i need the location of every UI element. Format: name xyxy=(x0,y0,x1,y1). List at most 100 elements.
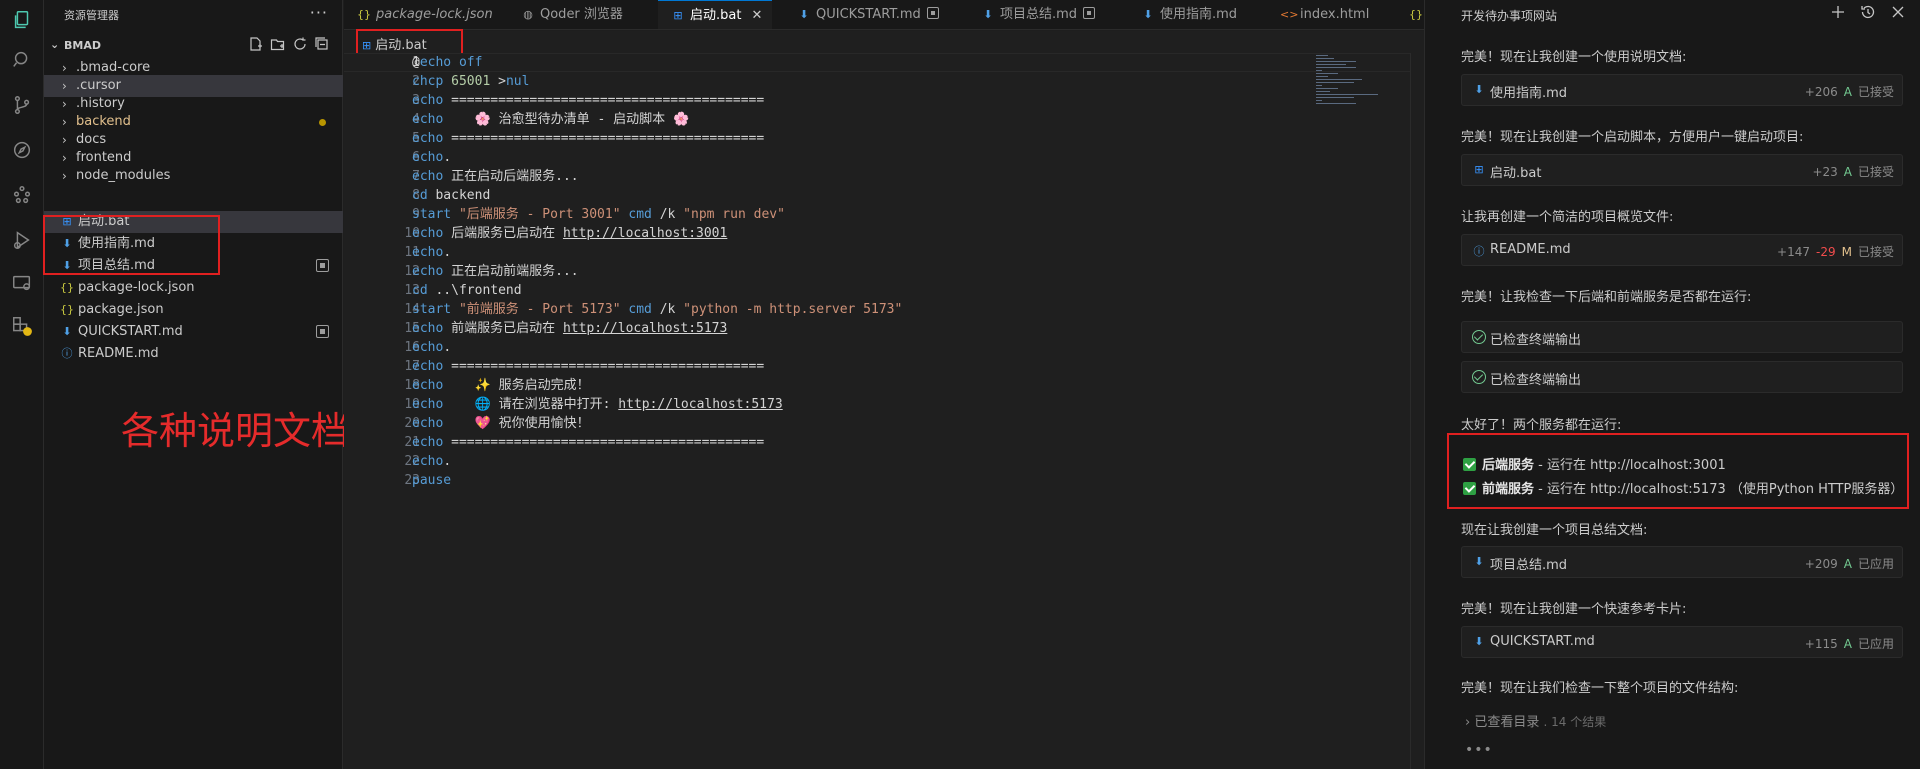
chat-message: 让我再创建一个简洁的项目概览文件: xyxy=(1461,210,1674,225)
remote-explorer-icon[interactable] xyxy=(0,263,44,303)
source-control-icon[interactable] xyxy=(0,85,44,125)
chat-message: 现在让我创建一个项目总结文档: xyxy=(1461,523,1648,538)
explorer-actions xyxy=(248,36,330,52)
search-icon[interactable] xyxy=(0,40,44,80)
tree-file[interactable]: ⓘ README.md xyxy=(44,343,343,365)
chat-message: 完美！现在让我创建一个使用说明文档: xyxy=(1461,50,1687,65)
chat-actions xyxy=(1830,4,1906,20)
tab-index-html[interactable]: <> index.html xyxy=(1280,0,1369,29)
tab-start-bat[interactable]: ⊞ 启动.bat ✕ xyxy=(658,0,773,29)
code-line: 9 start "后端服务 - Port 3001" cmd /k "npm ru… xyxy=(412,207,785,222)
code-line: 3 echo ==================================… xyxy=(412,93,765,108)
markdown-icon: ⬇ xyxy=(62,325,72,338)
code-line: 23 pause xyxy=(404,473,452,488)
info-icon: ⓘ xyxy=(61,347,73,360)
code-editor[interactable]: 1 @echo off 2 chcp 65001 >nul 3 echo ======… xyxy=(344,53,1424,769)
chevron-right-icon: › xyxy=(62,169,67,183)
json-icon: {} xyxy=(60,303,74,316)
ai-chat-panel: 开发待办事项网站 完美！现在让我创建一个使用说明文档: ⬇ 使用指南.md +2… xyxy=(1425,0,1920,769)
tool-result-card[interactable]: 已检查终端输出 xyxy=(1461,321,1903,353)
annotation-highlight xyxy=(43,215,220,275)
markdown-icon: ⬇ xyxy=(1474,635,1484,648)
chevron-down-icon: ⌄ xyxy=(50,38,60,51)
explorer-panel: 资源管理器 ··· ⌄ BMAD › .bmad-core › .cursor ›.… xyxy=(43,0,349,769)
file-change-card[interactable]: ⬇ QUICKSTART.md +115 A 已应用 xyxy=(1461,626,1903,658)
code-line: 4 echo 🌸 治愈型待办清单 - 启动脚本 🌸 xyxy=(412,112,690,127)
code-line: 10 echo 后端服务已启动在 http://localhost:3001 xyxy=(404,226,728,241)
tree-file[interactable]: {} package.json xyxy=(44,299,343,321)
markdown-icon: ⬇ xyxy=(799,8,809,21)
directory-result-toggle[interactable]: › 已查看目录 . 14 个结果 xyxy=(1465,711,1606,730)
extensions-dots-icon[interactable] xyxy=(0,175,44,215)
minimap[interactable] xyxy=(1314,53,1394,113)
tab-qoder-browser[interactable]: ◍ Qoder 浏览器 xyxy=(520,0,623,29)
workspace-name: BMAD xyxy=(64,39,101,52)
tab-user-guide[interactable]: ⬇ 使用指南.md xyxy=(1140,0,1237,29)
file-change-card[interactable]: ⊞ 启动.bat +23 A 已接受 xyxy=(1461,154,1903,186)
code-line: 1 @echo off xyxy=(412,55,483,70)
tab-package-lock[interactable]: {} package-lock.json xyxy=(356,0,493,29)
markdown-icon: ⬇ xyxy=(983,8,993,21)
windows-icon: ⊞ xyxy=(1474,163,1484,176)
tree-file[interactable]: ⬇ QUICKSTART.md xyxy=(44,321,343,343)
code-line: 11 echo. xyxy=(404,245,452,260)
editor-tabs: {} package-lock.json ◍ Qoder 浏览器 ⊞ 启动.bat ✕ … xyxy=(344,0,1424,30)
preview-badge-icon xyxy=(316,325,329,338)
annotation-highlight xyxy=(1447,433,1909,509)
markdown-icon: ⬇ xyxy=(1143,8,1153,21)
code-line: 5 echo ==================================… xyxy=(412,131,765,146)
json-icon: {} xyxy=(1409,8,1423,21)
extensions-icon[interactable] xyxy=(0,306,44,346)
close-icon[interactable] xyxy=(1890,4,1906,20)
annotation-label: 各种说明文档 xyxy=(121,409,350,453)
loading-ellipsis: ••• xyxy=(1465,742,1493,758)
compass-icon[interactable] xyxy=(0,130,44,170)
code-line: 18 echo ✨ 服务启动完成！ xyxy=(404,378,590,393)
file-change-card[interactable]: ⓘ README.md +147 -29 M 已接受 xyxy=(1461,234,1903,266)
code-line: 13 cd ..\frontend xyxy=(404,283,522,298)
chat-title: 开发待办事项网站 xyxy=(1461,9,1558,23)
file-change-card[interactable]: ⬇ 使用指南.md +206 A 已接受 xyxy=(1461,74,1903,106)
code-line: 20 echo 💖 祝你使用愉快！ xyxy=(404,416,590,431)
globe-icon: ◍ xyxy=(523,8,533,21)
tab-package-json[interactable]: {}pa xyxy=(1408,0,1424,29)
file-change-card[interactable]: ⬇ 项目总结.md +209 A 已应用 xyxy=(1461,546,1903,578)
tab-quickstart[interactable]: ⬇ QUICKSTART.md xyxy=(796,0,939,29)
collapse-all-icon[interactable] xyxy=(314,36,330,52)
refresh-icon[interactable] xyxy=(292,36,308,52)
explorer-title: 资源管理器 xyxy=(64,9,119,22)
json-icon: {} xyxy=(60,281,74,294)
code-line: 21 echo =================================… xyxy=(404,435,765,450)
new-folder-icon[interactable] xyxy=(270,36,286,52)
tool-result-card[interactable]: 已检查终端输出 xyxy=(1461,361,1903,393)
explorer-icon[interactable] xyxy=(0,0,44,40)
code-line: 17 echo =================================… xyxy=(404,359,765,374)
new-file-icon[interactable] xyxy=(248,36,264,52)
code-line: 19 echo 🌐 请在浏览器中打开: http://localhost:5173 xyxy=(404,397,783,412)
preview-badge-icon xyxy=(926,7,939,19)
markdown-icon: ⬇ xyxy=(1474,83,1484,96)
markdown-icon: ⬇ xyxy=(1474,555,1484,568)
code-line: 12 echo 正在启动前端服务... xyxy=(404,264,579,279)
chat-message: 完美！现在让我创建一个快速参考卡片: xyxy=(1461,602,1687,617)
json-icon: {} xyxy=(357,8,371,21)
tree-folder[interactable]: › node_modules xyxy=(44,165,343,187)
code-line: 14 start "前端服务 - Port 5173" cmd /k "pytho… xyxy=(404,302,903,317)
history-icon[interactable] xyxy=(1860,4,1876,20)
close-icon[interactable]: ✕ xyxy=(751,1,762,29)
code-line: 22 echo. xyxy=(404,454,452,469)
tab-project-summary[interactable]: ⬇ 项目总结.md xyxy=(980,0,1096,29)
preview-badge-icon xyxy=(316,259,329,272)
code-line: 2 chcp 65001 >nul xyxy=(412,74,530,89)
preview-badge-icon xyxy=(1083,7,1096,19)
more-actions-icon[interactable]: ··· xyxy=(310,3,328,22)
check-circle-icon xyxy=(1472,330,1486,344)
tree-file[interactable]: {} package-lock.json xyxy=(44,277,343,299)
modified-dot xyxy=(319,119,326,126)
code-line: 15 echo 前端服务已启动在 http://localhost:5173 xyxy=(404,321,728,336)
add-icon[interactable] xyxy=(1830,4,1846,20)
run-debug-icon[interactable] xyxy=(0,220,44,260)
vertical-scrollbar[interactable] xyxy=(1410,53,1424,769)
check-circle-icon xyxy=(1472,370,1486,384)
code-line: 7 echo 正在启动后端服务... xyxy=(412,169,579,184)
